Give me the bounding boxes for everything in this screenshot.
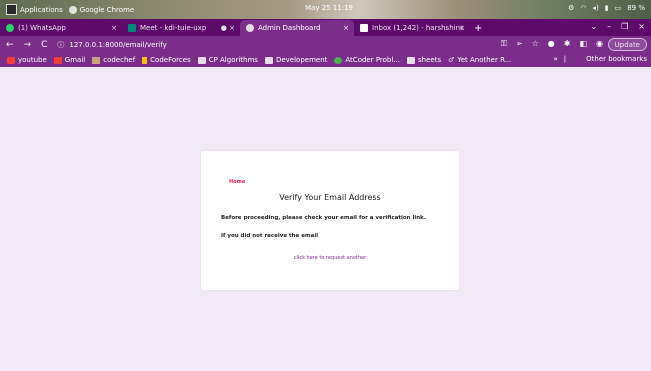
- codeforces-icon: [142, 56, 148, 64]
- tab-search-icon[interactable]: ⌄: [590, 22, 597, 31]
- restore-icon[interactable]: ❐: [621, 22, 628, 31]
- key-icon[interactable]: ⚿: [501, 39, 507, 49]
- applications-icon: [6, 4, 17, 15]
- sidebar-icon[interactable]: ◧: [579, 39, 587, 49]
- forward-icon[interactable]: →: [24, 40, 32, 50]
- link-icon: ♂: [448, 56, 455, 64]
- tab-inbox[interactable]: Inbox (1,242) - harshshinc ×: [354, 20, 470, 36]
- codechef-icon: [92, 56, 101, 64]
- applications-label: Applications: [20, 5, 63, 14]
- bookmark-label: AtCoder Probl...: [345, 56, 400, 64]
- bookmark-label: CP Algorithms: [208, 56, 258, 64]
- bookmark-youtube[interactable]: youtube: [7, 56, 47, 64]
- page-content: Home Verify Your Email Address Before pr…: [0, 67, 651, 371]
- bookmark-developement[interactable]: Developement: [264, 56, 328, 64]
- toolbar-icons: ⚿ ➢ ☆ ● ✱ ◧ ◉: [501, 39, 603, 49]
- verify-email-card: Home Verify Your Email Address Before pr…: [201, 151, 459, 290]
- chrome-app-label: Google Chrome: [79, 5, 135, 14]
- whatsapp-icon: [6, 24, 14, 32]
- profile-avatar-icon[interactable]: ◉: [596, 39, 603, 49]
- bookmark-codechef[interactable]: codechef: [92, 56, 135, 64]
- star-icon[interactable]: ☆: [532, 39, 539, 49]
- bookmark-yet-another[interactable]: ♂ Yet Another R...: [448, 56, 511, 64]
- close-icon[interactable]: ×: [459, 24, 465, 32]
- tab-admin-dashboard[interactable]: Admin Dashboard ×: [240, 20, 354, 36]
- bookmark-gmail[interactable]: Gmail: [53, 56, 86, 64]
- atcoder-icon: [334, 56, 343, 64]
- tab-title: Admin Dashboard: [258, 24, 321, 32]
- tab-title: Meet - kdi-tuie-uxp: [140, 24, 207, 32]
- bookmark-codeforces[interactable]: CodeForces: [142, 56, 191, 64]
- meet-icon: [128, 24, 136, 32]
- system-tray[interactable]: ⚙ ◠ ◂) ▮ ▭ 89 %: [568, 4, 645, 12]
- other-bookmarks-label: Other bookmarks: [586, 55, 647, 63]
- chrome-icon: [68, 5, 77, 14]
- chrome-app-indicator[interactable]: Google Chrome: [68, 5, 135, 14]
- send-icon[interactable]: ➢: [516, 39, 523, 49]
- more-bookmarks-icon[interactable]: »: [553, 55, 557, 63]
- puzzle-icon[interactable]: ✱: [564, 39, 571, 49]
- not-received-text: If you did not receive the email: [221, 233, 319, 239]
- resend-verification-link[interactable]: click here to request another: [201, 255, 459, 261]
- bookmark-label: codechef: [103, 56, 136, 64]
- wifi-icon: ◠: [580, 4, 587, 12]
- applications-menu[interactable]: Applications: [6, 4, 63, 15]
- bookmark-label: sheets: [418, 56, 442, 64]
- folder-icon: [572, 56, 580, 63]
- new-tab-button[interactable]: +: [474, 23, 482, 34]
- other-bookmarks[interactable]: » | Other bookmarks: [553, 55, 647, 63]
- bookmark-sheets[interactable]: sheets: [407, 56, 441, 64]
- bookmark-label: youtube: [18, 56, 47, 64]
- folder-icon: [197, 56, 206, 64]
- settings-icon: ⚙: [568, 4, 575, 12]
- info-icon[interactable]: ⓘ: [57, 40, 64, 50]
- window-controls: ⌄ – ❐ ×: [590, 22, 645, 31]
- nav-buttons: ← → C: [6, 40, 47, 50]
- update-button[interactable]: Update: [607, 38, 647, 51]
- bookmark-label: Gmail: [64, 56, 86, 64]
- folder-icon: [407, 56, 415, 64]
- tab-title: (1) WhatsApp: [18, 24, 66, 32]
- back-icon[interactable]: ←: [6, 40, 14, 50]
- gmail-icon: [360, 24, 368, 32]
- bookmark-atcoder[interactable]: AtCoder Probl...: [334, 56, 400, 64]
- recording-dot-close-icon[interactable]: ● ×: [221, 24, 235, 32]
- card-title: Verify Your Email Address: [279, 193, 381, 202]
- address-bar[interactable]: ⓘ 127.0.0.1:8000/email/verify: [57, 40, 477, 50]
- tab-title: Inbox (1,242) - harshshinc: [372, 24, 464, 32]
- os-top-bar: Applications Google Chrome May 25 11:19 …: [0, 0, 651, 19]
- bookmarks-bar: youtube Gmail codechef CodeForces CP Alg…: [0, 53, 651, 67]
- clock[interactable]: May 25 11:19: [305, 4, 353, 12]
- close-icon[interactable]: ×: [111, 24, 117, 32]
- mic-icon: ▮: [604, 4, 609, 12]
- minimize-icon[interactable]: –: [607, 22, 611, 31]
- bookmark-label: Developement: [275, 56, 328, 64]
- chrome-icon: [246, 24, 254, 32]
- bookmark-cp-algorithms[interactable]: CP Algorithms: [197, 56, 258, 64]
- divider: |: [563, 55, 567, 63]
- battery-icon: ▭: [614, 4, 622, 12]
- close-window-icon[interactable]: ×: [638, 22, 645, 31]
- url-text[interactable]: 127.0.0.1:8000/email/verify: [69, 41, 166, 49]
- verification-instructions: Before proceeding, please check your ema…: [221, 215, 426, 221]
- extension-circle-icon[interactable]: ●: [548, 39, 555, 49]
- battery-percentage: 89 %: [627, 4, 645, 12]
- bookmark-label: CodeForces: [150, 56, 191, 64]
- tab-meet[interactable]: Meet - kdi-tuie-uxp ● ×: [122, 20, 240, 36]
- tab-strip: (1) WhatsApp × Meet - kdi-tuie-uxp ● × A…: [0, 19, 651, 36]
- home-link[interactable]: Home: [229, 179, 245, 185]
- youtube-icon: [7, 56, 15, 64]
- gmail-icon: [53, 56, 62, 64]
- reload-icon[interactable]: C: [41, 40, 47, 50]
- close-icon[interactable]: ×: [343, 24, 349, 32]
- browser-toolbar: ← → C ⓘ 127.0.0.1:8000/email/verify ⚿ ➢ …: [0, 36, 651, 53]
- bookmark-label: Yet Another R...: [457, 56, 512, 64]
- volume-icon: ◂): [592, 4, 599, 12]
- tab-whatsapp[interactable]: (1) WhatsApp ×: [0, 20, 122, 36]
- folder-icon: [264, 56, 273, 64]
